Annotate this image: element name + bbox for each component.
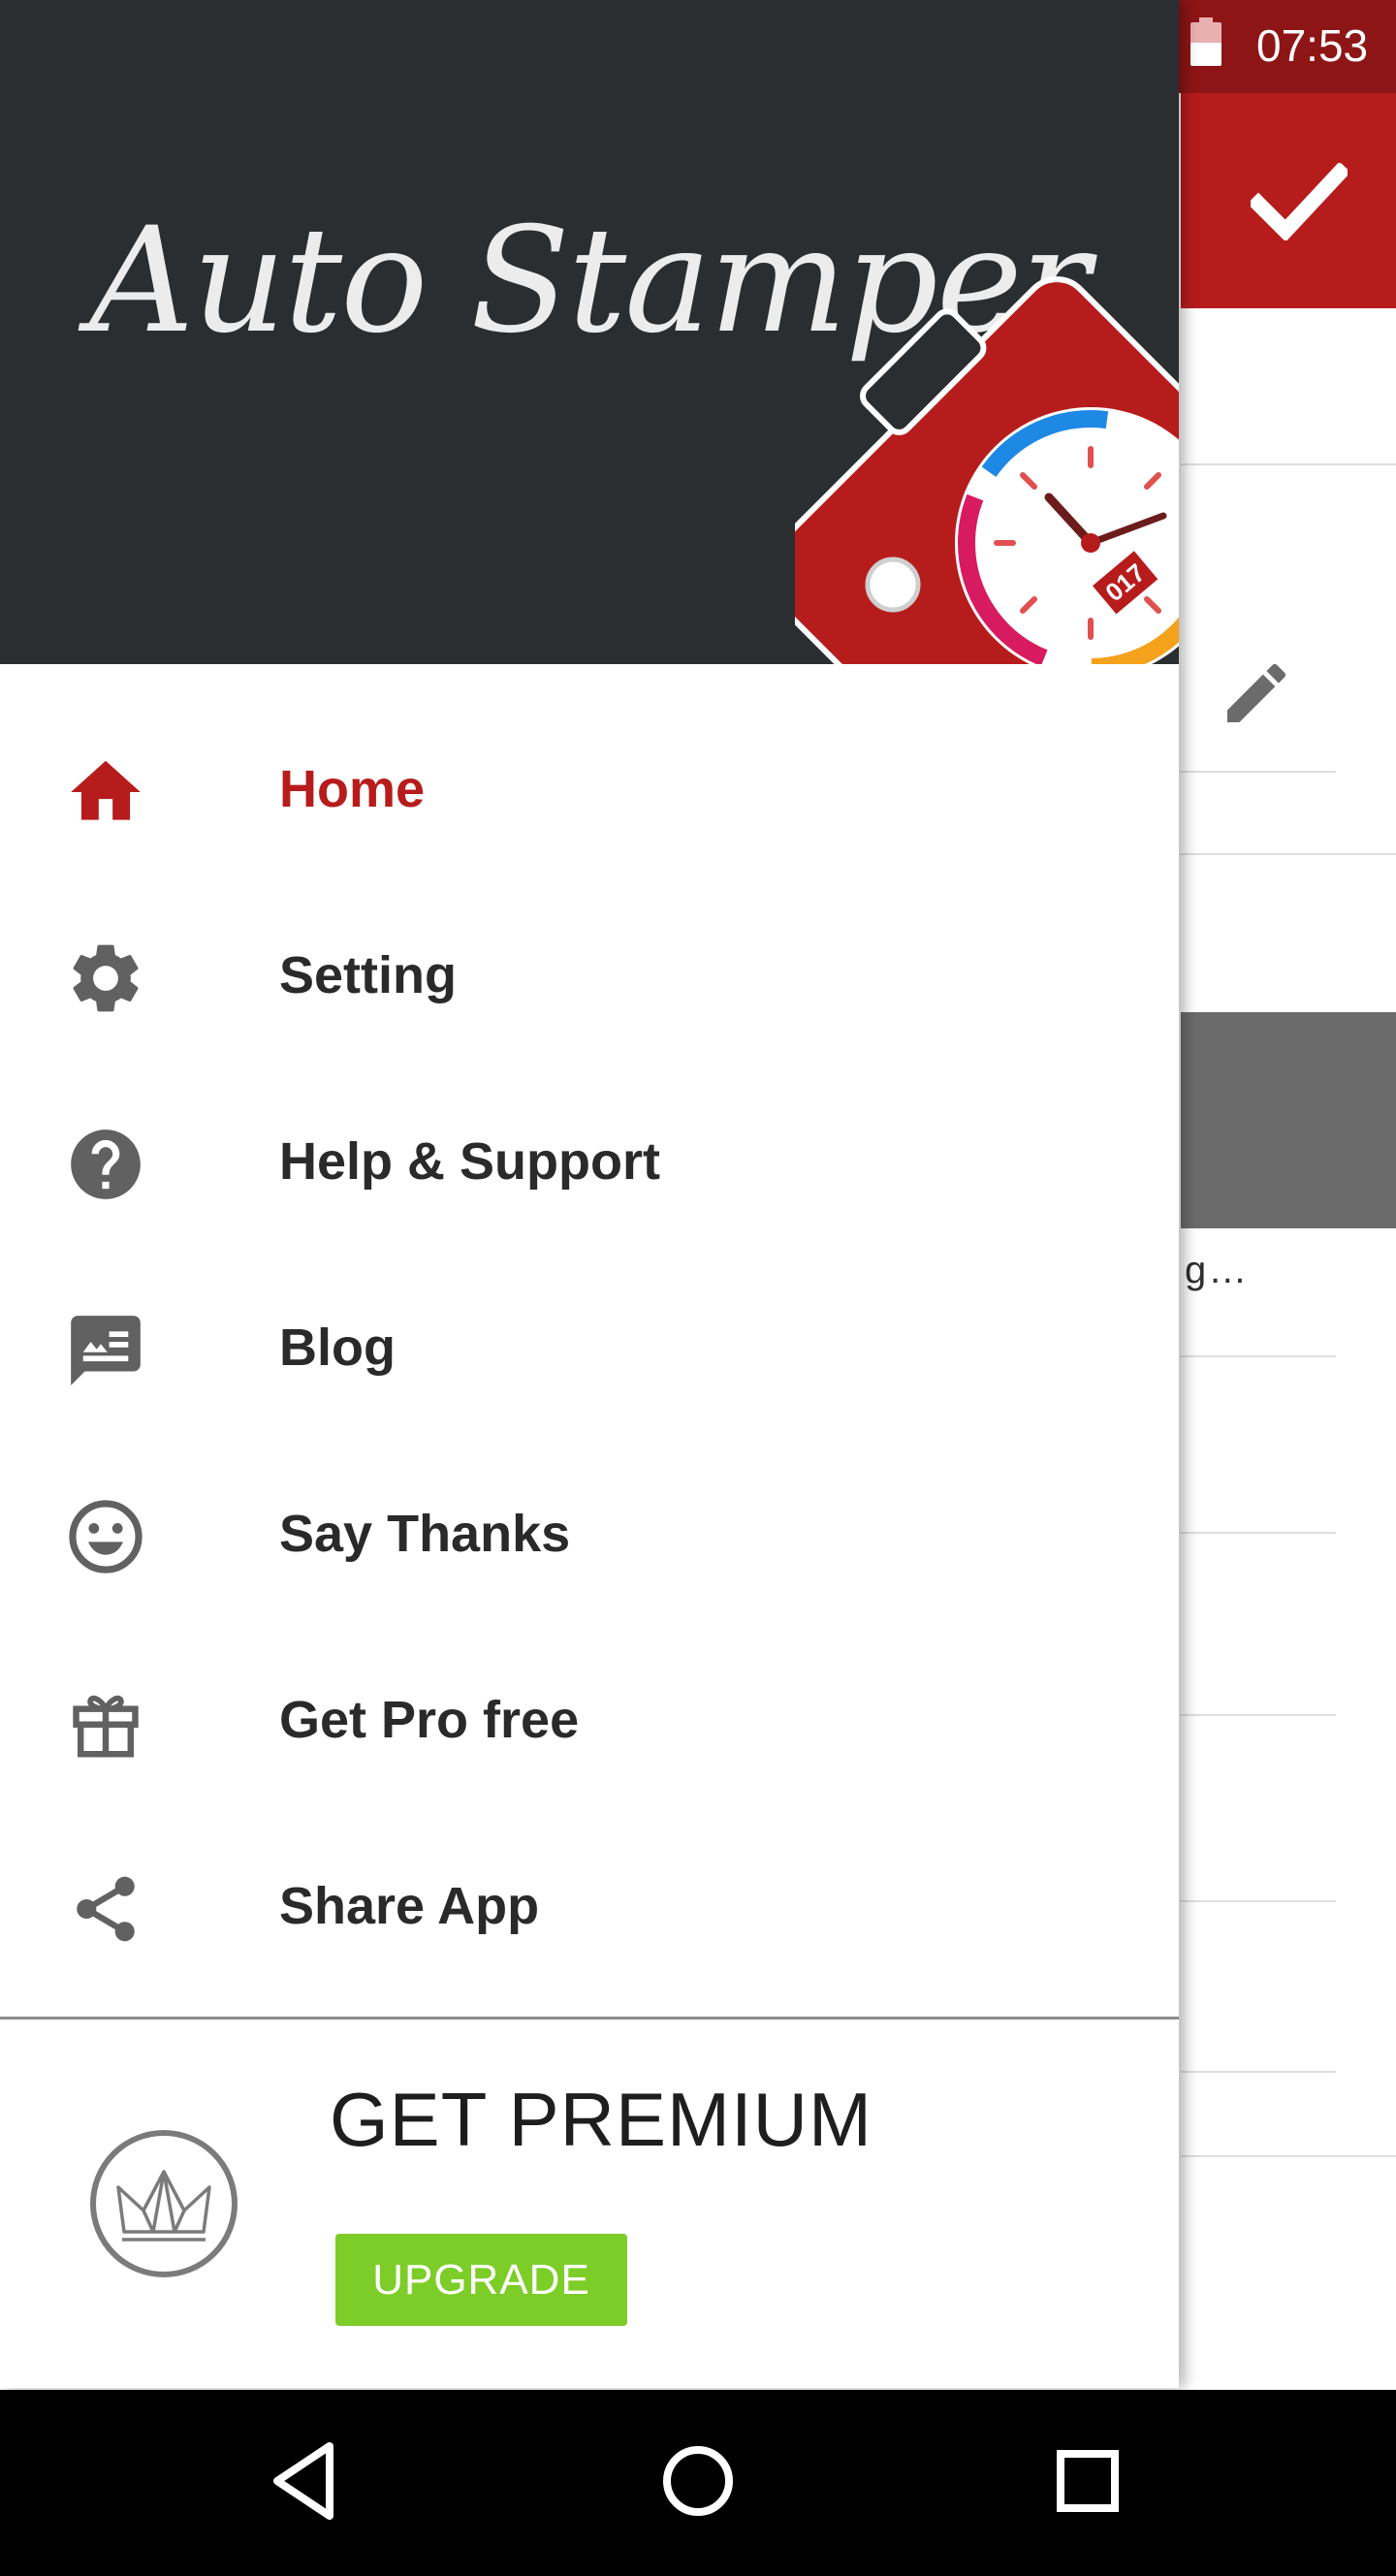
divider: [1181, 2155, 1396, 2157]
battery-icon: [1190, 17, 1222, 66]
menu-item-label: Get Pro free: [279, 1691, 580, 1749]
divider: [1181, 1900, 1336, 1902]
help-icon: [71, 1129, 141, 1199]
gift-icon: [73, 1695, 139, 1758]
truncated-text: g…: [1185, 1249, 1250, 1291]
system-navigation-bar: [0, 2390, 1396, 2576]
menu-item-get-pro-free[interactable]: Get Pro free: [0, 1627, 1179, 1813]
status-time: 07:53: [1256, 20, 1369, 71]
menu-item-label: Share App: [279, 1877, 540, 1935]
menu-item-home[interactable]: Home: [0, 696, 1179, 882]
drawer-header: Auto Stamper 017: [0, 0, 1179, 664]
divider: [1181, 1532, 1336, 1534]
menu-item-setting[interactable]: Setting: [0, 882, 1179, 1068]
premium-title: GET PREMIUM: [330, 2077, 872, 2162]
upgrade-button[interactable]: UPGRADE: [335, 2234, 627, 2326]
stamp-clock-illustration: 017: [795, 276, 1179, 664]
menu-item-say-thanks[interactable]: Say Thanks: [0, 1441, 1179, 1627]
crown-icon: [90, 2130, 238, 2277]
smiley-icon: [69, 1500, 143, 1574]
share-icon: [77, 1876, 135, 1942]
menu-item-label: Say Thanks: [279, 1505, 571, 1563]
divider: [1181, 1355, 1336, 1357]
background-section-header: [1181, 1012, 1396, 1228]
gear-icon: [73, 944, 139, 1012]
menu-item-label: Help & Support: [279, 1132, 660, 1191]
menu-item-label: Blog: [279, 1319, 396, 1377]
divider: [1181, 771, 1336, 773]
menu-item-share-app[interactable]: Share App: [0, 1813, 1179, 1999]
menu-item-blog[interactable]: Blog: [0, 1255, 1179, 1441]
menu-item-help-support[interactable]: Help & Support: [0, 1068, 1179, 1255]
divider: [1181, 2071, 1336, 2073]
blog-icon: [71, 1316, 141, 1385]
menu-item-label: Home: [279, 760, 426, 818]
divider: [1181, 853, 1396, 855]
recents-icon[interactable]: [1039, 2433, 1136, 2529]
home-icon: [71, 760, 141, 820]
divider: [1181, 463, 1396, 465]
menu-item-label: Setting: [279, 946, 457, 1004]
back-icon[interactable]: [260, 2433, 357, 2529]
navigation-drawer: Auto Stamper 017 Home Setting Help & Sup…: [0, 0, 1179, 2388]
edit-pencil-icon[interactable]: [1218, 654, 1295, 732]
confirm-check-icon[interactable]: [1251, 163, 1348, 240]
divider: [0, 2017, 1179, 2019]
divider: [1181, 1714, 1336, 1716]
home-circle-icon[interactable]: [650, 2433, 746, 2529]
